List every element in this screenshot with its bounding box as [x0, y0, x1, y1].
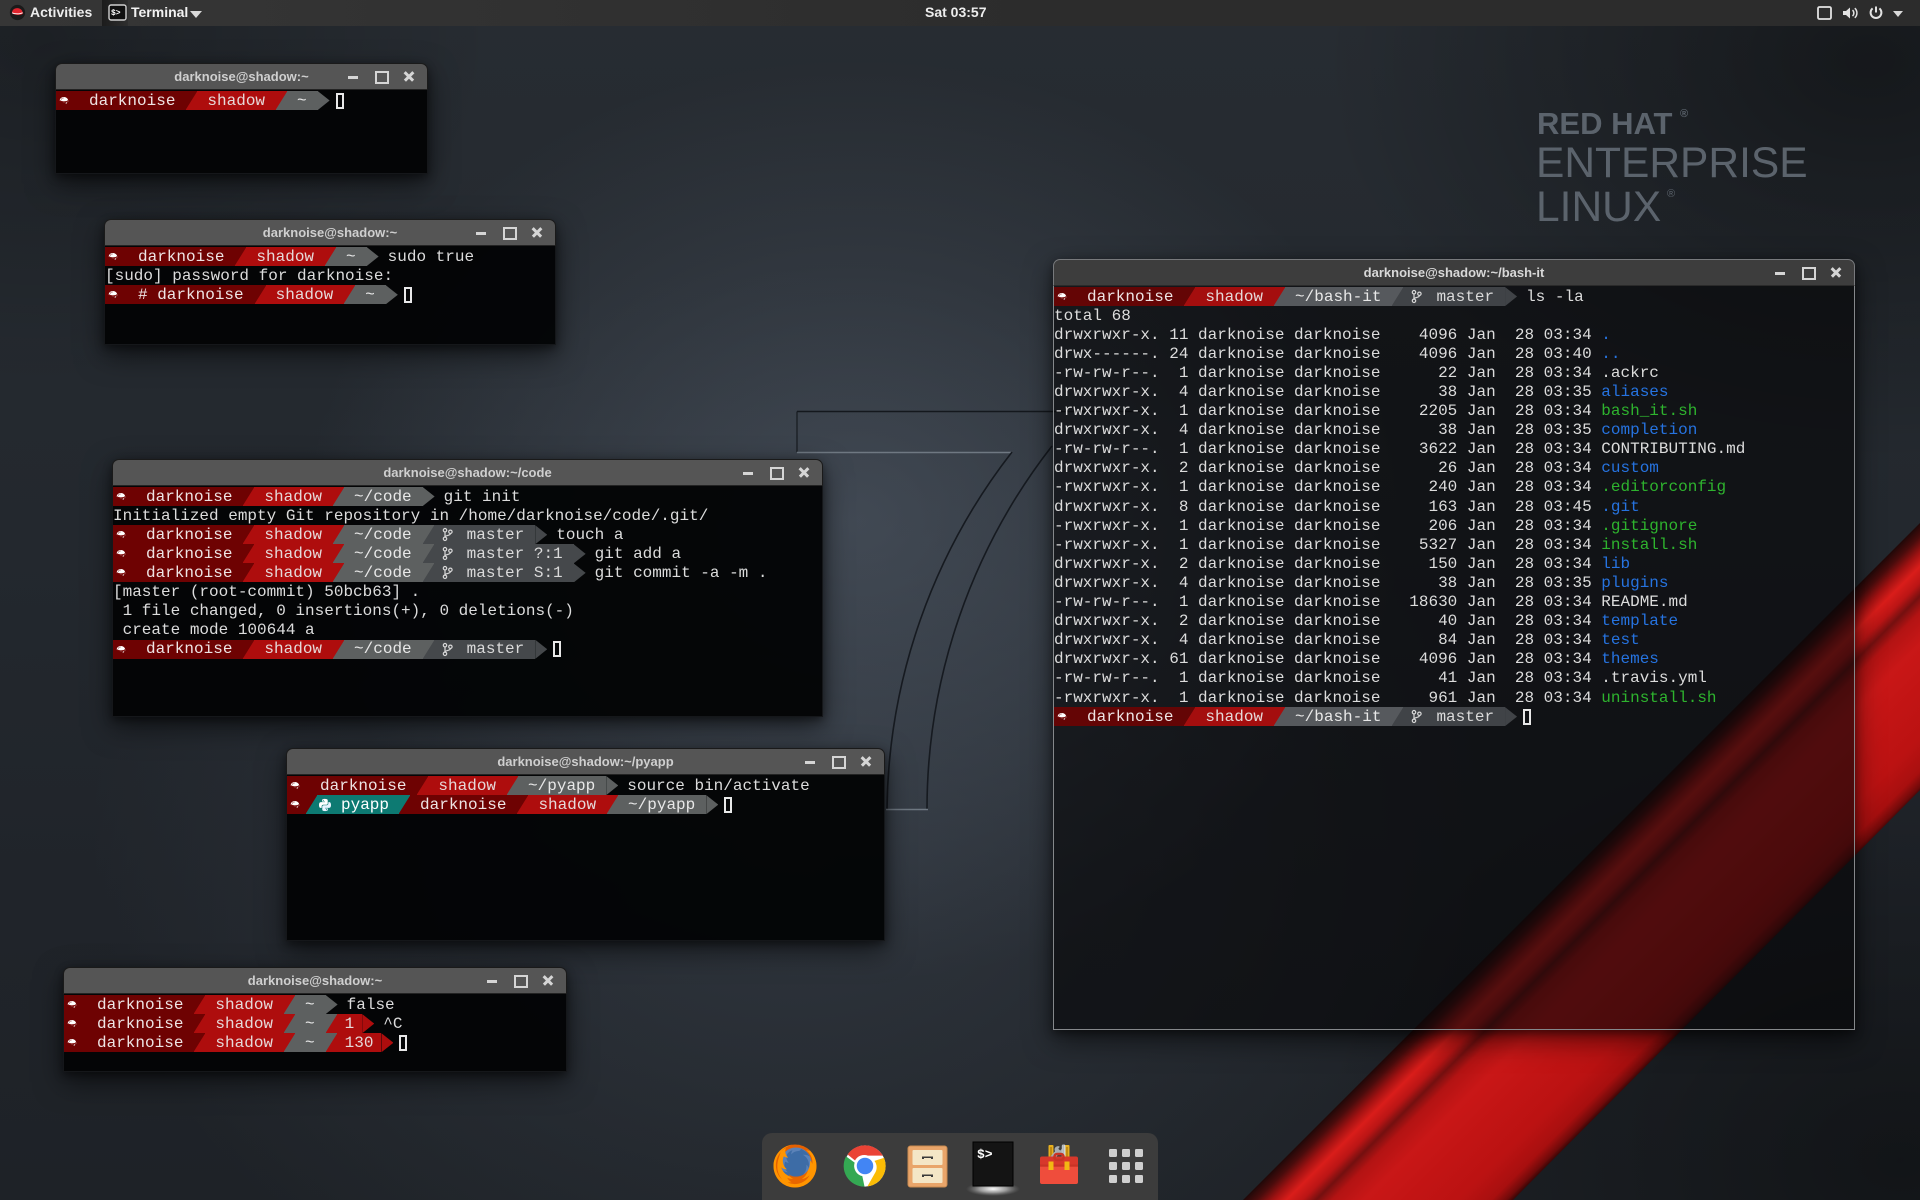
svg-text:ENTERPRISE: ENTERPRISE [1536, 140, 1808, 187]
svg-text:$>: $> [111, 9, 121, 18]
svg-text:®: ® [1667, 188, 1675, 200]
svg-text:$>: $> [977, 1147, 993, 1162]
svg-text:®: ® [1680, 108, 1688, 120]
svg-text:LINUX: LINUX [1536, 184, 1661, 231]
svg-text:RED HAT: RED HAT [1537, 106, 1673, 141]
